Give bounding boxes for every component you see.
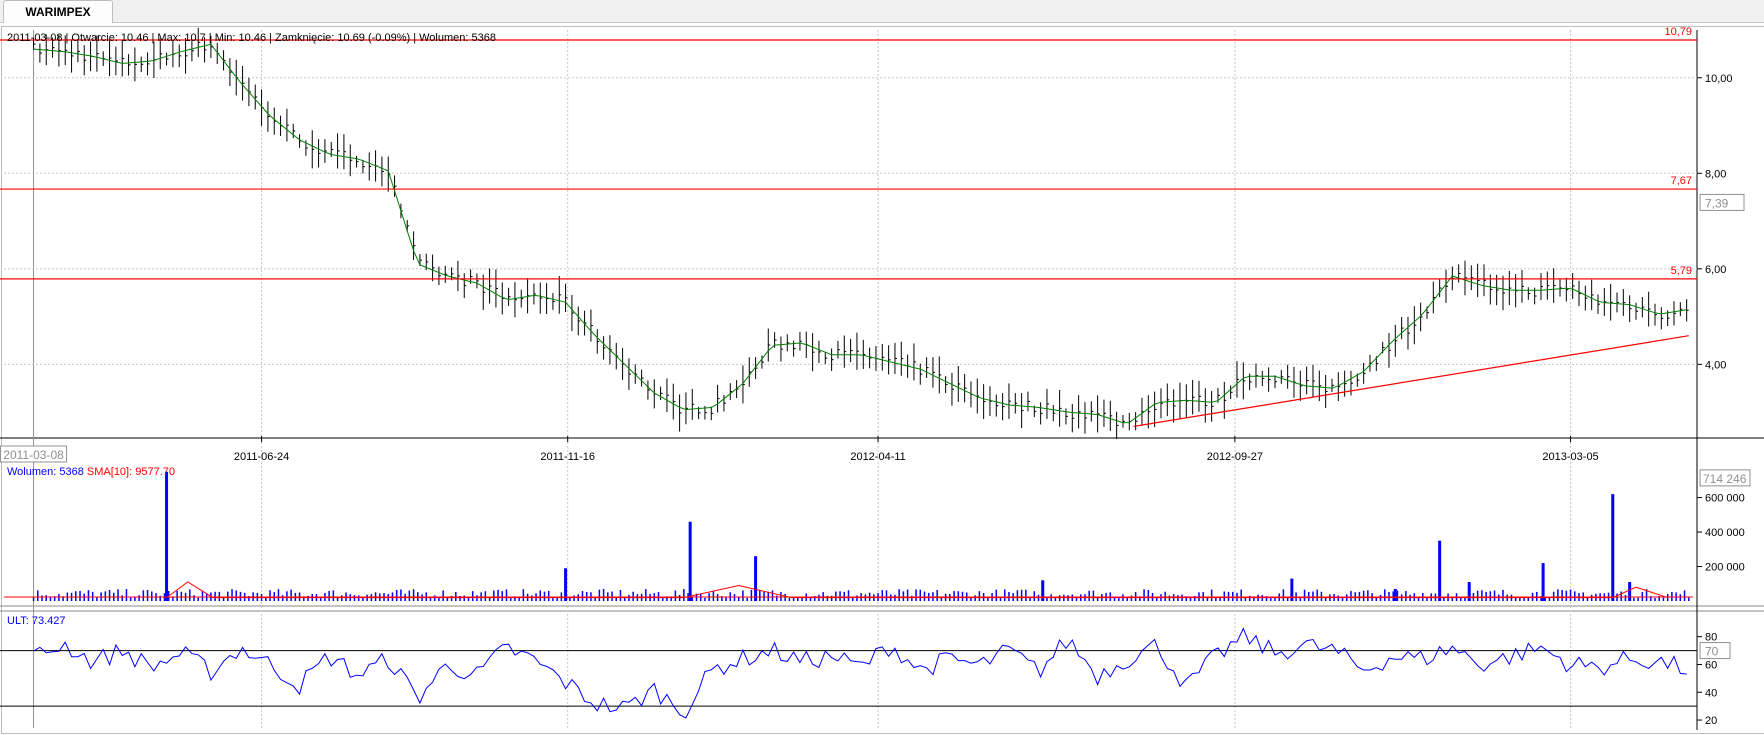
ult-line [33,627,1687,719]
volume-spike-bar [754,556,758,601]
volume-current-label: 714 246 [1703,472,1747,486]
ult-y-tick-label: 80 [1705,632,1717,644]
y-tick-label: 6,00 [1705,264,1726,276]
moving-average-line [33,43,1687,424]
volume-spike-bar [688,521,692,601]
volume-y-tick-label: 600 000 [1705,493,1745,505]
ohlc-info: 2011-03-08 | Otwarcie: 10.46 | Max: 10.7… [7,32,496,44]
volume-spike-bar [1628,582,1632,601]
ult-y-tick-label: 20 [1705,715,1717,727]
chart-canvas[interactable]: 2011-06-24 2011-11-16 2012-04-11 2012-09-27… [0,0,1764,735]
y-tick-label: 4,00 [1705,359,1726,371]
volume-spike-bar [564,568,568,601]
volume-spike-bar [1438,540,1442,601]
x-tick-label: 2011-11-16 [540,451,595,463]
volume-spike-bar [1467,582,1471,601]
ult-current-label: 70 [1705,645,1719,659]
x-tick-label: 2013-03-05 [1542,451,1598,463]
volume-legend: Wolumen: 5368 SMA[10]: 9577.70 [7,466,175,478]
volume-y-tick-label: 200 000 [1705,562,1745,574]
ult-legend: ULT: 73.427 [7,615,66,627]
ult-y-tick-label: 40 [1705,687,1717,699]
x-tick-label: 2011-06-24 [234,451,289,463]
volume-spike-bar [1541,563,1545,601]
volume-legend-value: Wolumen: 5368 [7,466,84,478]
x-tick-label: 2012-09-27 [1207,451,1263,463]
current-value-label: 7,39 [1705,196,1729,210]
volume-spike-bar [1393,588,1397,601]
y-tick-label: 8,00 [1705,168,1726,180]
level-label: 10,79 [1664,26,1692,38]
ult-y-tick-label: 60 [1705,659,1717,671]
x-tick-label: 2012-04-11 [850,451,905,463]
y-tick-label: 10,00 [1705,73,1733,85]
sma-legend-value: SMA[10]: 9577.70 [86,466,175,478]
level-label: 5,79 [1671,265,1692,277]
cursor-date-label: 2011-03-08 [3,448,64,462]
level-label: 7,67 [1671,175,1692,187]
volume-y-tick-label: 400 000 [1705,527,1745,539]
volume-spike-bar [1611,494,1615,601]
volume-spike-bar [165,471,169,601]
trendline [1133,335,1689,428]
